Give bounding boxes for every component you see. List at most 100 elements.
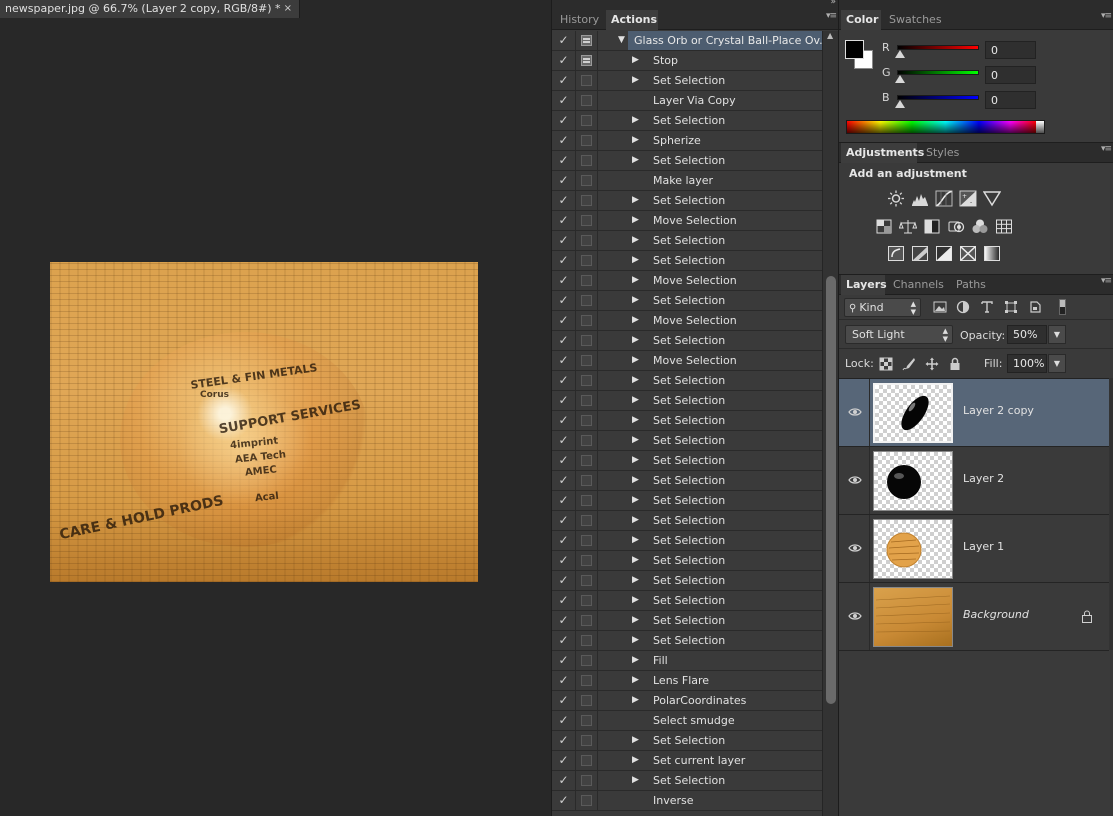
action-step-label[interactable]: Spherize	[653, 131, 701, 150]
action-step-row[interactable]: ✓ ▶ Set Selection	[552, 371, 822, 391]
expand-triangle-icon[interactable]: ▶	[632, 331, 642, 350]
action-step-label[interactable]: Set Selection	[653, 571, 725, 590]
expand-triangle-icon[interactable]: ▶	[632, 251, 642, 270]
action-enabled-checkmark[interactable]: ✓	[552, 131, 576, 150]
action-enabled-checkmark[interactable]: ✓	[552, 231, 576, 250]
action-dialog-toggle[interactable]	[576, 111, 598, 130]
expand-triangle-icon[interactable]: ▶	[632, 691, 642, 710]
type-layer-filter-icon[interactable]	[980, 300, 994, 314]
action-enabled-checkmark[interactable]: ✓	[552, 451, 576, 470]
blue-value-field[interactable]: 0	[985, 91, 1036, 109]
action-step-label[interactable]: Set Selection	[653, 411, 725, 430]
action-enabled-checkmark[interactable]: ✓	[552, 491, 576, 510]
fill-dropdown-button[interactable]: ▼	[1048, 354, 1066, 373]
expand-triangle-icon[interactable]: ▶	[632, 371, 642, 390]
color-lookup-icon[interactable]	[995, 218, 1013, 235]
action-step-row[interactable]: ✓ ▶ Set Selection	[552, 511, 822, 531]
expand-triangle-icon[interactable]: ▶	[632, 631, 642, 650]
layer-thumbnail[interactable]	[873, 587, 953, 647]
expand-triangle-icon[interactable]: ▶	[632, 771, 642, 790]
layer-thumbnail[interactable]	[873, 451, 953, 511]
panel-menu-icon[interactable]: ▾≡	[826, 11, 837, 21]
action-step-row[interactable]: ✓ ▶ Set Selection	[552, 591, 822, 611]
action-dialog-toggle[interactable]	[576, 271, 598, 290]
action-step-row[interactable]: ✓ ▶ Set Selection	[552, 71, 822, 91]
action-dialog-toggle[interactable]	[576, 491, 598, 510]
action-enabled-checkmark[interactable]: ✓	[552, 391, 576, 410]
expand-triangle-icon[interactable]: ▶	[632, 131, 642, 150]
action-step-label[interactable]: Move Selection	[653, 351, 737, 370]
action-enabled-checkmark[interactable]: ✓	[552, 691, 576, 710]
action-step-label[interactable]: Set Selection	[653, 591, 725, 610]
action-enabled-checkmark[interactable]: ✓	[552, 251, 576, 270]
action-step-row[interactable]: ✓ Layer Via Copy	[552, 91, 822, 111]
action-dialog-toggle[interactable]	[576, 151, 598, 170]
action-dialog-toggle[interactable]	[576, 51, 598, 70]
channel-mixer-icon[interactable]	[971, 218, 989, 235]
action-enabled-checkmark[interactable]: ✓	[552, 631, 576, 650]
action-enabled-checkmark[interactable]: ✓	[552, 471, 576, 490]
layer-row-layer-2-copy[interactable]: Layer 2 copy	[839, 379, 1109, 447]
action-enabled-checkmark[interactable]: ✓	[552, 791, 576, 810]
action-dialog-toggle[interactable]	[576, 211, 598, 230]
action-step-label[interactable]: Set Selection	[653, 111, 725, 130]
expand-triangle-icon[interactable]: ▶	[632, 471, 642, 490]
tab-channels[interactable]: Channels	[888, 275, 948, 295]
action-enabled-checkmark[interactable]: ✓	[552, 371, 576, 390]
expand-triangle-icon[interactable]: ▶	[632, 411, 642, 430]
green-value-field[interactable]: 0	[985, 66, 1036, 84]
brightness-contrast-icon[interactable]	[887, 190, 905, 207]
threshold-icon[interactable]	[935, 245, 953, 262]
action-enabled-checkmark[interactable]: ✓	[552, 751, 576, 770]
action-step-row[interactable]: ✓ Make layer	[552, 171, 822, 191]
layer-name[interactable]: Layer 2 copy	[963, 404, 1034, 417]
action-enabled-checkmark[interactable]: ✓	[552, 171, 576, 190]
expand-triangle-icon[interactable]: ▶	[632, 751, 642, 770]
action-dialog-toggle[interactable]	[576, 711, 598, 730]
expand-triangle-icon[interactable]: ▶	[632, 651, 642, 670]
action-step-label[interactable]: Inverse	[653, 791, 694, 810]
action-dialog-toggle[interactable]	[576, 511, 598, 530]
action-dialog-toggle[interactable]	[576, 671, 598, 690]
action-step-label[interactable]: Set Selection	[653, 71, 725, 90]
action-step-label[interactable]: Move Selection	[653, 211, 737, 230]
lock-image-pixels-icon[interactable]	[902, 357, 916, 371]
action-step-row[interactable]: ✓ ▶ Set Selection	[552, 491, 822, 511]
action-enabled-checkmark[interactable]: ✓	[552, 211, 576, 230]
action-enabled-checkmark[interactable]: ✓	[552, 591, 576, 610]
action-set-name[interactable]: Glass Orb or Crystal Ball-Place Ov...	[634, 31, 822, 50]
action-dialog-toggle[interactable]	[576, 411, 598, 430]
action-enabled-checkmark[interactable]: ✓	[552, 31, 576, 50]
action-dialog-toggle[interactable]	[576, 451, 598, 470]
action-dialog-toggle[interactable]	[576, 331, 598, 350]
action-dialog-toggle[interactable]	[576, 91, 598, 110]
layer-visibility-toggle[interactable]	[839, 583, 870, 650]
action-enabled-checkmark[interactable]: ✓	[552, 551, 576, 570]
action-enabled-checkmark[interactable]: ✓	[552, 651, 576, 670]
canvas-area[interactable]: STEEL & FIN METALS SUPPORT SERVICES CARE…	[0, 18, 551, 816]
scrollbar-thumb[interactable]	[826, 276, 836, 704]
action-step-row[interactable]: ✓ ▶ Stop	[552, 51, 822, 71]
action-dialog-toggle[interactable]	[576, 531, 598, 550]
action-step-row[interactable]: ✓ ▶ PolarCoordinates	[552, 691, 822, 711]
smart-object-filter-icon[interactable]	[1028, 300, 1042, 314]
action-step-row[interactable]: ✓ ▶ Set Selection	[552, 391, 822, 411]
action-step-row[interactable]: ✓ ▶ Set Selection	[552, 551, 822, 571]
lock-position-icon[interactable]	[925, 357, 939, 371]
action-step-row[interactable]: ✓ ▶ Set Selection	[552, 191, 822, 211]
action-dialog-toggle[interactable]	[576, 231, 598, 250]
action-step-row[interactable]: ✓ ▶ Set Selection	[552, 571, 822, 591]
action-step-row[interactable]: ✓ ▶ Spherize	[552, 131, 822, 151]
red-slider-track[interactable]	[897, 45, 979, 50]
expand-triangle-icon[interactable]: ▶	[632, 451, 642, 470]
action-step-label[interactable]: Set Selection	[653, 451, 725, 470]
selective-color-icon[interactable]	[959, 245, 977, 262]
action-dialog-toggle[interactable]	[576, 751, 598, 770]
action-enabled-checkmark[interactable]: ✓	[552, 51, 576, 70]
opacity-input[interactable]: 50%	[1007, 325, 1047, 344]
action-step-row[interactable]: ✓ ▶ Set Selection	[552, 531, 822, 551]
action-step-label[interactable]: Set Selection	[653, 471, 725, 490]
layer-thumbnail[interactable]	[873, 383, 953, 443]
action-step-label[interactable]: Move Selection	[653, 311, 737, 330]
action-step-label[interactable]: Set Selection	[653, 331, 725, 350]
